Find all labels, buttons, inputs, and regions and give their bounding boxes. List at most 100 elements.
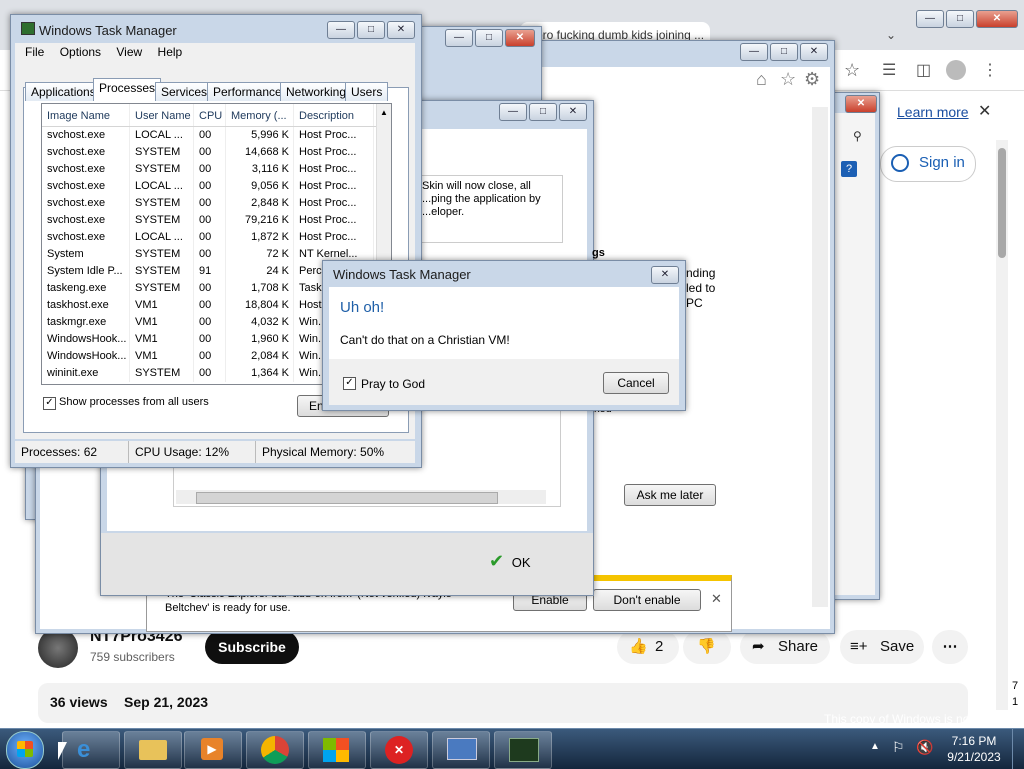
error-dialog-close-button[interactable]: ✕ — [651, 266, 679, 284]
table-cell: Host Proc... — [294, 127, 374, 144]
wb-ok-button[interactable]: ✔ OK — [489, 549, 549, 573]
table-cell: Host Proc... — [294, 195, 374, 212]
menu-file[interactable]: File — [25, 45, 44, 59]
popup-close-button[interactable]: ✕ — [505, 29, 535, 47]
tab-users[interactable]: Users — [345, 82, 389, 101]
like-button[interactable]: 👍 2 — [617, 630, 679, 664]
show-all-checkbox[interactable]: ✓ — [43, 397, 56, 410]
table-cell: 4,032 K — [226, 314, 294, 331]
popup-minimize-button[interactable]: — — [445, 29, 473, 47]
chevron-down-icon[interactable]: ⌄ — [886, 28, 896, 42]
menu-help[interactable]: Help — [158, 45, 183, 59]
action-center-icon[interactable]: ⚐ — [892, 739, 905, 756]
tm-maximize-button[interactable]: □ — [357, 21, 385, 39]
browser-minimize-button[interactable]: — — [916, 10, 944, 28]
browser-close-button[interactable]: ✕ — [976, 10, 1018, 28]
wb-close-button[interactable]: ✕ — [559, 103, 587, 121]
tm-minimize-button[interactable]: — — [327, 21, 355, 39]
subscribe-button[interactable]: Subscribe — [205, 630, 299, 664]
learn-more-link[interactable]: Learn more — [897, 104, 969, 120]
col-user-name[interactable]: User Name — [130, 104, 194, 126]
ie-close-button[interactable]: ✕ — [800, 43, 828, 61]
wb-hscrollbar[interactable] — [176, 490, 546, 504]
start-button[interactable] — [6, 731, 44, 769]
save-button[interactable]: ≡+ Save — [840, 630, 924, 664]
ie-scrollbar[interactable] — [812, 107, 828, 607]
clock[interactable]: 7:16 PM 9/21/2023 — [942, 733, 1006, 765]
tab-networking[interactable]: Networking — [280, 82, 353, 101]
more-options-icon[interactable]: ⋮ — [982, 60, 998, 80]
tab-services[interactable]: Services — [155, 82, 214, 101]
ie-maximize-button[interactable]: □ — [770, 43, 798, 61]
table-row[interactable]: svchost.exe SYSTEM 00 3,116 K Host Proc... — [42, 161, 391, 178]
tab-processes[interactable]: Processes — [93, 78, 162, 101]
account-icon — [891, 154, 909, 172]
browser-maximize-button[interactable]: □ — [946, 10, 974, 28]
pray-checkbox[interactable]: ✓ — [343, 377, 356, 390]
taskbar-media-player[interactable]: ▶ — [184, 731, 242, 769]
home-icon[interactable]: ⌂ — [756, 69, 767, 90]
taskbar-chrome[interactable] — [246, 731, 304, 769]
show-desktop-button[interactable] — [1012, 729, 1024, 769]
cancel-button[interactable]: Cancel — [603, 372, 669, 394]
table-row[interactable]: svchost.exe SYSTEM 00 2,848 K Host Proc... — [42, 195, 391, 212]
table-row[interactable]: svchost.exe LOCAL ... 00 5,996 K Host Proc..… — [42, 127, 391, 144]
star-icon[interactable]: ☆ — [844, 60, 860, 81]
menu-options[interactable]: Options — [60, 45, 101, 59]
dont-enable-addon-label: Don't enable — [613, 593, 681, 607]
wb-message-text: Skin will now close, all ...ping the app… — [422, 180, 541, 218]
notification-close-icon[interactable]: ✕ — [711, 591, 722, 607]
share-button[interactable]: ➦ Share — [740, 630, 830, 664]
ask-me-later-button[interactable]: Ask me later — [624, 484, 716, 506]
taskbar-explorer[interactable] — [124, 731, 182, 769]
wb-maximize-button[interactable]: □ — [529, 103, 557, 121]
table-cell: taskeng.exe — [42, 280, 130, 297]
dont-enable-addon-button[interactable]: Don't enable — [593, 589, 701, 611]
close-icon[interactable]: ✕ — [978, 101, 991, 121]
profile-icon[interactable] — [946, 60, 966, 80]
browser-scrollbar[interactable] — [996, 140, 1008, 710]
wb-hscrollbar-thumb[interactable] — [196, 492, 498, 504]
scroll-up-icon[interactable]: ▲ — [377, 108, 391, 117]
col-cpu[interactable]: CPU — [194, 104, 226, 126]
tab-performance[interactable]: Performance — [207, 82, 288, 101]
search-icon[interactable]: ⚲ — [853, 129, 862, 143]
more-actions-button[interactable]: ⋯ — [932, 630, 968, 664]
table-cell: 00 — [194, 144, 226, 161]
ie-minimize-button[interactable]: — — [740, 43, 768, 61]
tab-applications[interactable]: Applications — [25, 82, 102, 101]
update-partial-line-3: PC — [686, 296, 703, 310]
table-row[interactable]: svchost.exe SYSTEM 00 79,216 K Host Proc... — [42, 212, 391, 229]
col-memory[interactable]: Memory (... — [226, 104, 294, 126]
menu-view[interactable]: View — [116, 45, 142, 59]
table-cell: 79,216 K — [226, 212, 294, 229]
tm-close-button[interactable]: ✕ — [387, 21, 415, 39]
tools-icon[interactable]: ⚙ — [804, 69, 820, 90]
favorites-icon[interactable]: ☆ — [780, 69, 796, 90]
table-row[interactable]: svchost.exe SYSTEM 00 14,668 K Host Proc... — [42, 144, 391, 161]
col-image-name[interactable]: Image Name — [42, 104, 130, 126]
help-icon[interactable]: ? — [841, 161, 857, 177]
taskbar-task-manager[interactable] — [494, 731, 552, 769]
taskbar-remote-app[interactable] — [432, 731, 490, 769]
taskbar-internet-explorer[interactable]: e — [62, 731, 120, 769]
show-hidden-icons[interactable]: ▲ — [870, 741, 880, 752]
channel-avatar[interactable] — [38, 628, 78, 668]
small-browser-close-button[interactable]: ✕ — [845, 95, 877, 113]
table-cell: VM1 — [130, 348, 194, 365]
volume-muted-icon[interactable]: 🔇 — [916, 739, 933, 756]
taskbar-windowblinds[interactable] — [308, 731, 366, 769]
table-row[interactable]: svchost.exe LOCAL ... 00 1,872 K Host Proc..… — [42, 229, 391, 246]
table-cell: svchost.exe — [42, 144, 130, 161]
popup-maximize-button[interactable]: □ — [475, 29, 503, 47]
dislike-button[interactable]: 👎 — [683, 630, 731, 664]
media-control-icon[interactable]: ☰ — [882, 60, 896, 80]
table-cell: 00 — [194, 212, 226, 229]
browser-scrollbar-thumb[interactable] — [998, 148, 1006, 258]
taskbar-error-app[interactable]: ✕ — [370, 731, 428, 769]
side-panel-icon[interactable]: ◫ — [916, 60, 931, 80]
table-row[interactable]: svchost.exe LOCAL ... 00 9,056 K Host Proc..… — [42, 178, 391, 195]
wb-minimize-button[interactable]: — — [499, 103, 527, 121]
sign-in-button[interactable]: Sign in — [880, 146, 976, 182]
col-description[interactable]: Description — [294, 104, 374, 126]
